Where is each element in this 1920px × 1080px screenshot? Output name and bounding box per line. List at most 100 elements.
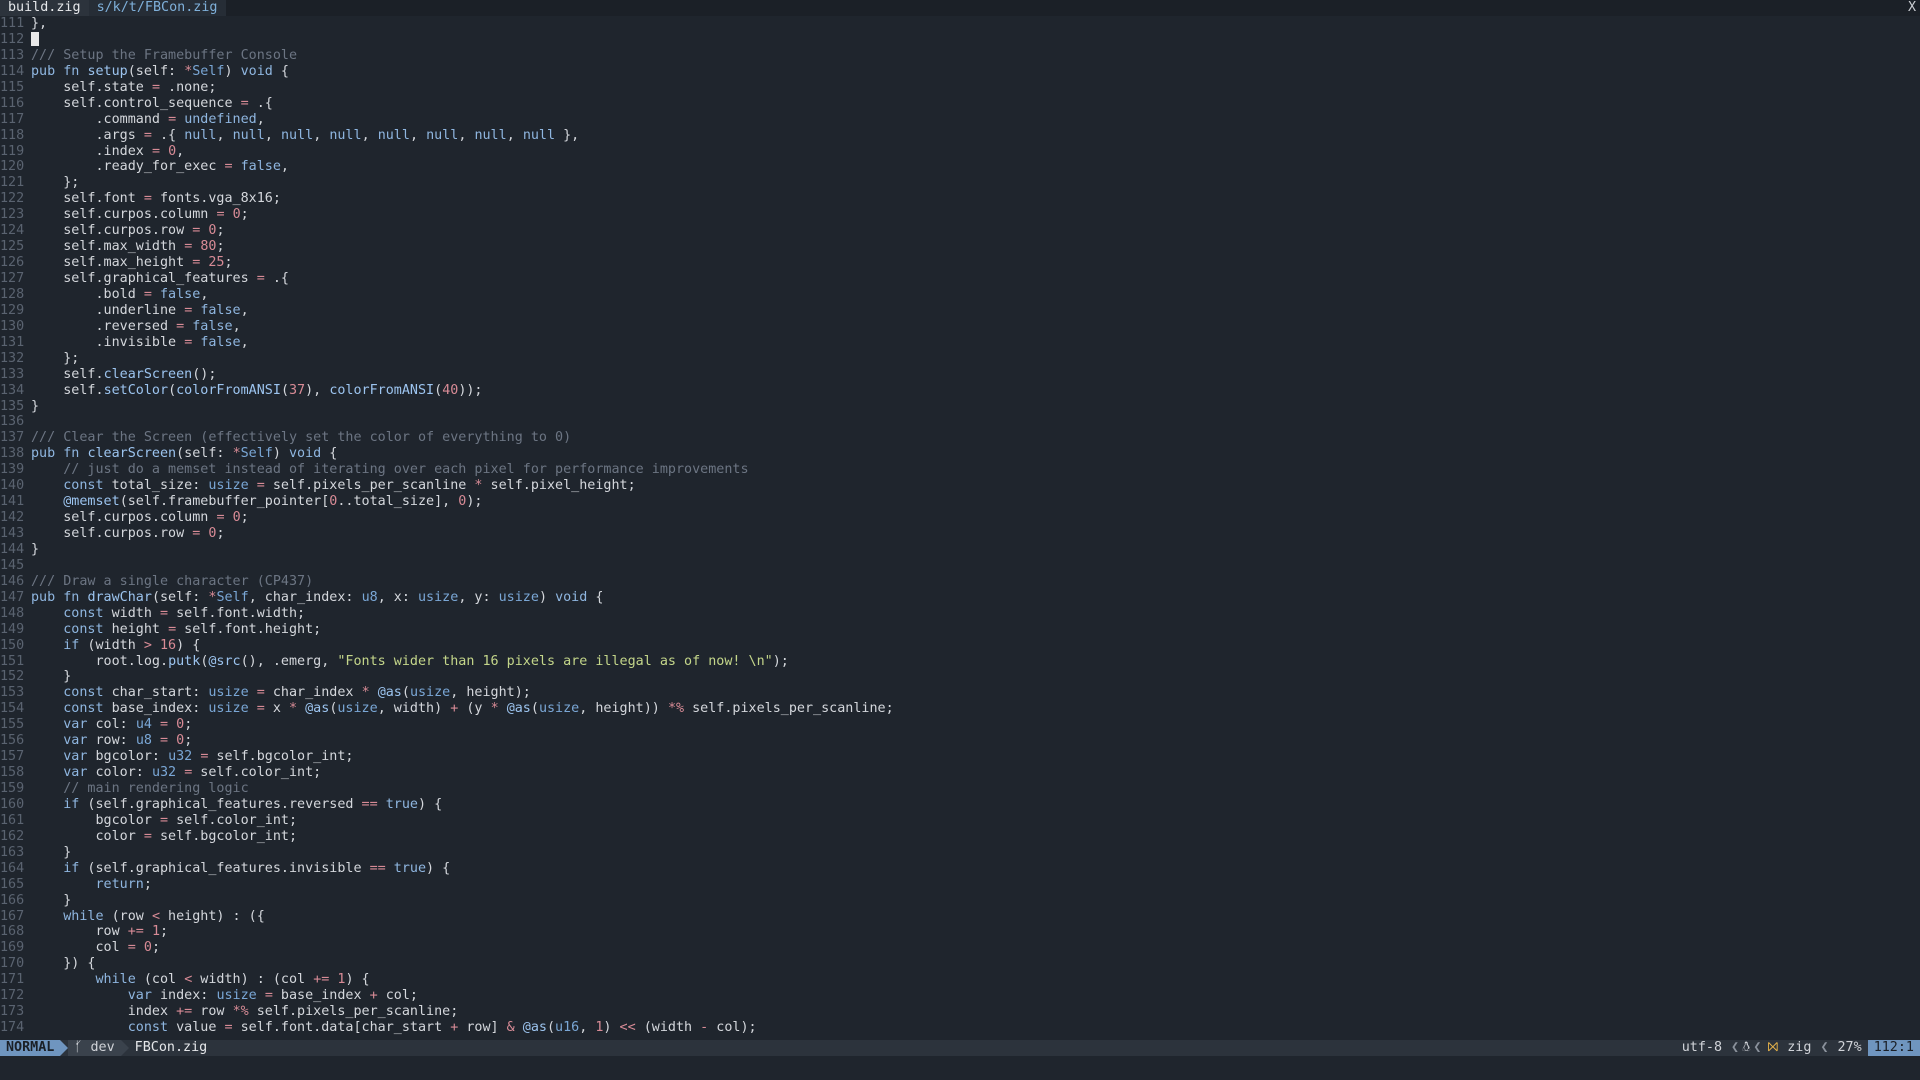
code-line[interactable]: 142 self.curpos.column = 0; xyxy=(0,510,1920,526)
code-line[interactable]: 170 }) { xyxy=(0,956,1920,972)
code-text[interactable]: } xyxy=(31,669,1920,685)
code-line[interactable]: 131 .invisible = false, xyxy=(0,335,1920,351)
code-line[interactable]: 149 const height = self.font.height; xyxy=(0,622,1920,638)
code-line[interactable]: 114 pub fn setup(self: *Self) void { xyxy=(0,64,1920,80)
code-text[interactable] xyxy=(31,414,1920,430)
code-text[interactable]: .invisible = false, xyxy=(31,335,1920,351)
code-text[interactable]: }; xyxy=(31,175,1920,191)
code-text[interactable]: const value = self.font.data[char_start … xyxy=(31,1020,1920,1036)
code-text[interactable]: self.state = .none; xyxy=(31,80,1920,96)
code-line[interactable]: 136 xyxy=(0,414,1920,430)
code-text[interactable]: self.max_width = 80; xyxy=(31,239,1920,255)
code-text[interactable]: var row: u8 = 0; xyxy=(31,733,1920,749)
tab-build-zig[interactable]: build.zig xyxy=(0,0,89,16)
code-text[interactable]: self.setColor(colorFromANSI(37), colorFr… xyxy=(31,383,1920,399)
code-line[interactable]: 147 pub fn drawChar(self: *Self, char_ind… xyxy=(0,590,1920,606)
code-line[interactable]: 152 } xyxy=(0,669,1920,685)
code-text[interactable]: .bold = false, xyxy=(31,287,1920,303)
code-line[interactable]: 116 self.control_sequence = .{ xyxy=(0,96,1920,112)
code-text[interactable]: if (width > 16) { xyxy=(31,638,1920,654)
code-line[interactable]: 122 self.font = fonts.vga_8x16; xyxy=(0,191,1920,207)
command-line[interactable] xyxy=(0,1056,1920,1080)
code-line[interactable]: 162 color = self.bgcolor_int; xyxy=(0,829,1920,845)
code-line[interactable]: 120 .ready_for_exec = false, xyxy=(0,159,1920,175)
code-line[interactable]: 157 var bgcolor: u32 = self.bgcolor_int; xyxy=(0,749,1920,765)
code-line[interactable]: 153 const char_start: usize = char_index… xyxy=(0,685,1920,701)
code-text[interactable]: .args = .{ null, null, null, null, null,… xyxy=(31,128,1920,144)
code-line[interactable]: 165 return; xyxy=(0,877,1920,893)
code-line[interactable]: 168 row += 1; xyxy=(0,924,1920,940)
code-text[interactable]: // main rendering logic xyxy=(31,781,1920,797)
code-text[interactable]: // just do a memset instead of iterating… xyxy=(31,462,1920,478)
code-text[interactable]: index += row *% self.pixels_per_scanline… xyxy=(31,1004,1920,1020)
code-text[interactable]: pub fn setup(self: *Self) void { xyxy=(31,64,1920,80)
code-text[interactable]: self.font = fonts.vga_8x16; xyxy=(31,191,1920,207)
code-line[interactable]: 161 bgcolor = self.color_int; xyxy=(0,813,1920,829)
code-line[interactable]: 172 var index: usize = base_index + col; xyxy=(0,988,1920,1004)
code-text[interactable]: @memset(self.framebuffer_pointer[0..tota… xyxy=(31,494,1920,510)
code-text[interactable]: root.log.putk(@src(), .emerg, "Fonts wid… xyxy=(31,654,1920,670)
code-line[interactable]: 139 // just do a memset instead of itera… xyxy=(0,462,1920,478)
code-line[interactable]: 118 .args = .{ null, null, null, null, n… xyxy=(0,128,1920,144)
code-text[interactable]: row += 1; xyxy=(31,924,1920,940)
code-line[interactable]: 119 .index = 0, xyxy=(0,144,1920,160)
code-text[interactable]: self.curpos.row = 0; xyxy=(31,223,1920,239)
code-line[interactable]: 155 var col: u4 = 0; xyxy=(0,717,1920,733)
code-line[interactable]: 134 self.setColor(colorFromANSI(37), col… xyxy=(0,383,1920,399)
code-line[interactable]: 167 while (row < height) : ({ xyxy=(0,909,1920,925)
code-text[interactable]: var color: u32 = self.color_int; xyxy=(31,765,1920,781)
code-line[interactable]: 117 .command = undefined, xyxy=(0,112,1920,128)
code-text[interactable]: return; xyxy=(31,877,1920,893)
code-line[interactable]: 132 }; xyxy=(0,351,1920,367)
code-line[interactable]: 143 self.curpos.row = 0; xyxy=(0,526,1920,542)
code-line[interactable]: 133 self.clearScreen(); xyxy=(0,367,1920,383)
code-text[interactable]: .underline = false, xyxy=(31,303,1920,319)
code-text[interactable]: var col: u4 = 0; xyxy=(31,717,1920,733)
code-text[interactable]: if (self.graphical_features.reversed == … xyxy=(31,797,1920,813)
code-text[interactable]: self.curpos.row = 0; xyxy=(31,526,1920,542)
code-text[interactable]: /// Draw a single character (CP437) xyxy=(31,574,1920,590)
code-line[interactable]: 148 const width = self.font.width; xyxy=(0,606,1920,622)
code-line[interactable]: 173 index += row *% self.pixels_per_scan… xyxy=(0,1004,1920,1020)
code-text[interactable]: var bgcolor: u32 = self.bgcolor_int; xyxy=(31,749,1920,765)
code-text[interactable]: self.curpos.column = 0; xyxy=(31,207,1920,223)
code-text[interactable]: self.control_sequence = .{ xyxy=(31,96,1920,112)
code-text[interactable]: } xyxy=(31,542,1920,558)
code-line[interactable]: 128 .bold = false, xyxy=(0,287,1920,303)
code-line[interactable]: 113 /// Setup the Framebuffer Console xyxy=(0,48,1920,64)
code-text[interactable]: const width = self.font.width; xyxy=(31,606,1920,622)
code-text[interactable]: self.graphical_features = .{ xyxy=(31,271,1920,287)
code-text[interactable] xyxy=(31,558,1920,574)
code-text[interactable]: .command = undefined, xyxy=(31,112,1920,128)
code-text[interactable]: /// Clear the Screen (effectively set th… xyxy=(31,430,1920,446)
code-line[interactable]: 151 root.log.putk(@src(), .emerg, "Fonts… xyxy=(0,654,1920,670)
code-text[interactable]: self.clearScreen(); xyxy=(31,367,1920,383)
code-text[interactable]: self.max_height = 25; xyxy=(31,255,1920,271)
code-line[interactable]: 138 pub fn clearScreen(self: *Self) void … xyxy=(0,446,1920,462)
code-line[interactable]: 129 .underline = false, xyxy=(0,303,1920,319)
code-text[interactable]: const base_index: usize = x * @as(usize,… xyxy=(31,701,1920,717)
close-tab-button[interactable]: X xyxy=(1908,0,1916,16)
code-line[interactable]: 111}, xyxy=(0,16,1920,32)
code-text[interactable]: } xyxy=(31,845,1920,861)
code-text[interactable] xyxy=(31,31,1920,48)
code-line[interactable]: 126 self.max_height = 25; xyxy=(0,255,1920,271)
code-text[interactable]: pub fn clearScreen(self: *Self) void { xyxy=(31,446,1920,462)
code-text[interactable]: var index: usize = base_index + col; xyxy=(31,988,1920,1004)
code-line[interactable]: 174 const value = self.font.data[char_st… xyxy=(0,1020,1920,1036)
code-text[interactable]: }, xyxy=(31,16,1920,32)
editor-buffer[interactable]: 111}, 112 113/// Setup the Framebuffer Con… xyxy=(0,16,1920,1040)
code-line[interactable]: 146 /// Draw a single character (CP437) xyxy=(0,574,1920,590)
code-line[interactable]: 158 var color: u32 = self.color_int; xyxy=(0,765,1920,781)
code-text[interactable]: col = 0; xyxy=(31,940,1920,956)
code-line[interactable]: 124 self.curpos.row = 0; xyxy=(0,223,1920,239)
code-line[interactable]: 141 @memset(self.framebuffer_pointer[0..… xyxy=(0,494,1920,510)
code-line[interactable]: 123 self.curpos.column = 0; xyxy=(0,207,1920,223)
code-text[interactable]: const height = self.font.height; xyxy=(31,622,1920,638)
code-line[interactable]: 171 while (col < width) : (col += 1) { xyxy=(0,972,1920,988)
code-line[interactable]: 140 const total_size: usize = self.pixel… xyxy=(0,478,1920,494)
code-text[interactable]: while (col < width) : (col += 1) { xyxy=(31,972,1920,988)
code-line[interactable]: 125 self.max_width = 80; xyxy=(0,239,1920,255)
code-text[interactable]: const char_start: usize = char_index * @… xyxy=(31,685,1920,701)
tab-fbcon-zig[interactable]: s/k/t/FBCon.zig xyxy=(88,0,226,16)
